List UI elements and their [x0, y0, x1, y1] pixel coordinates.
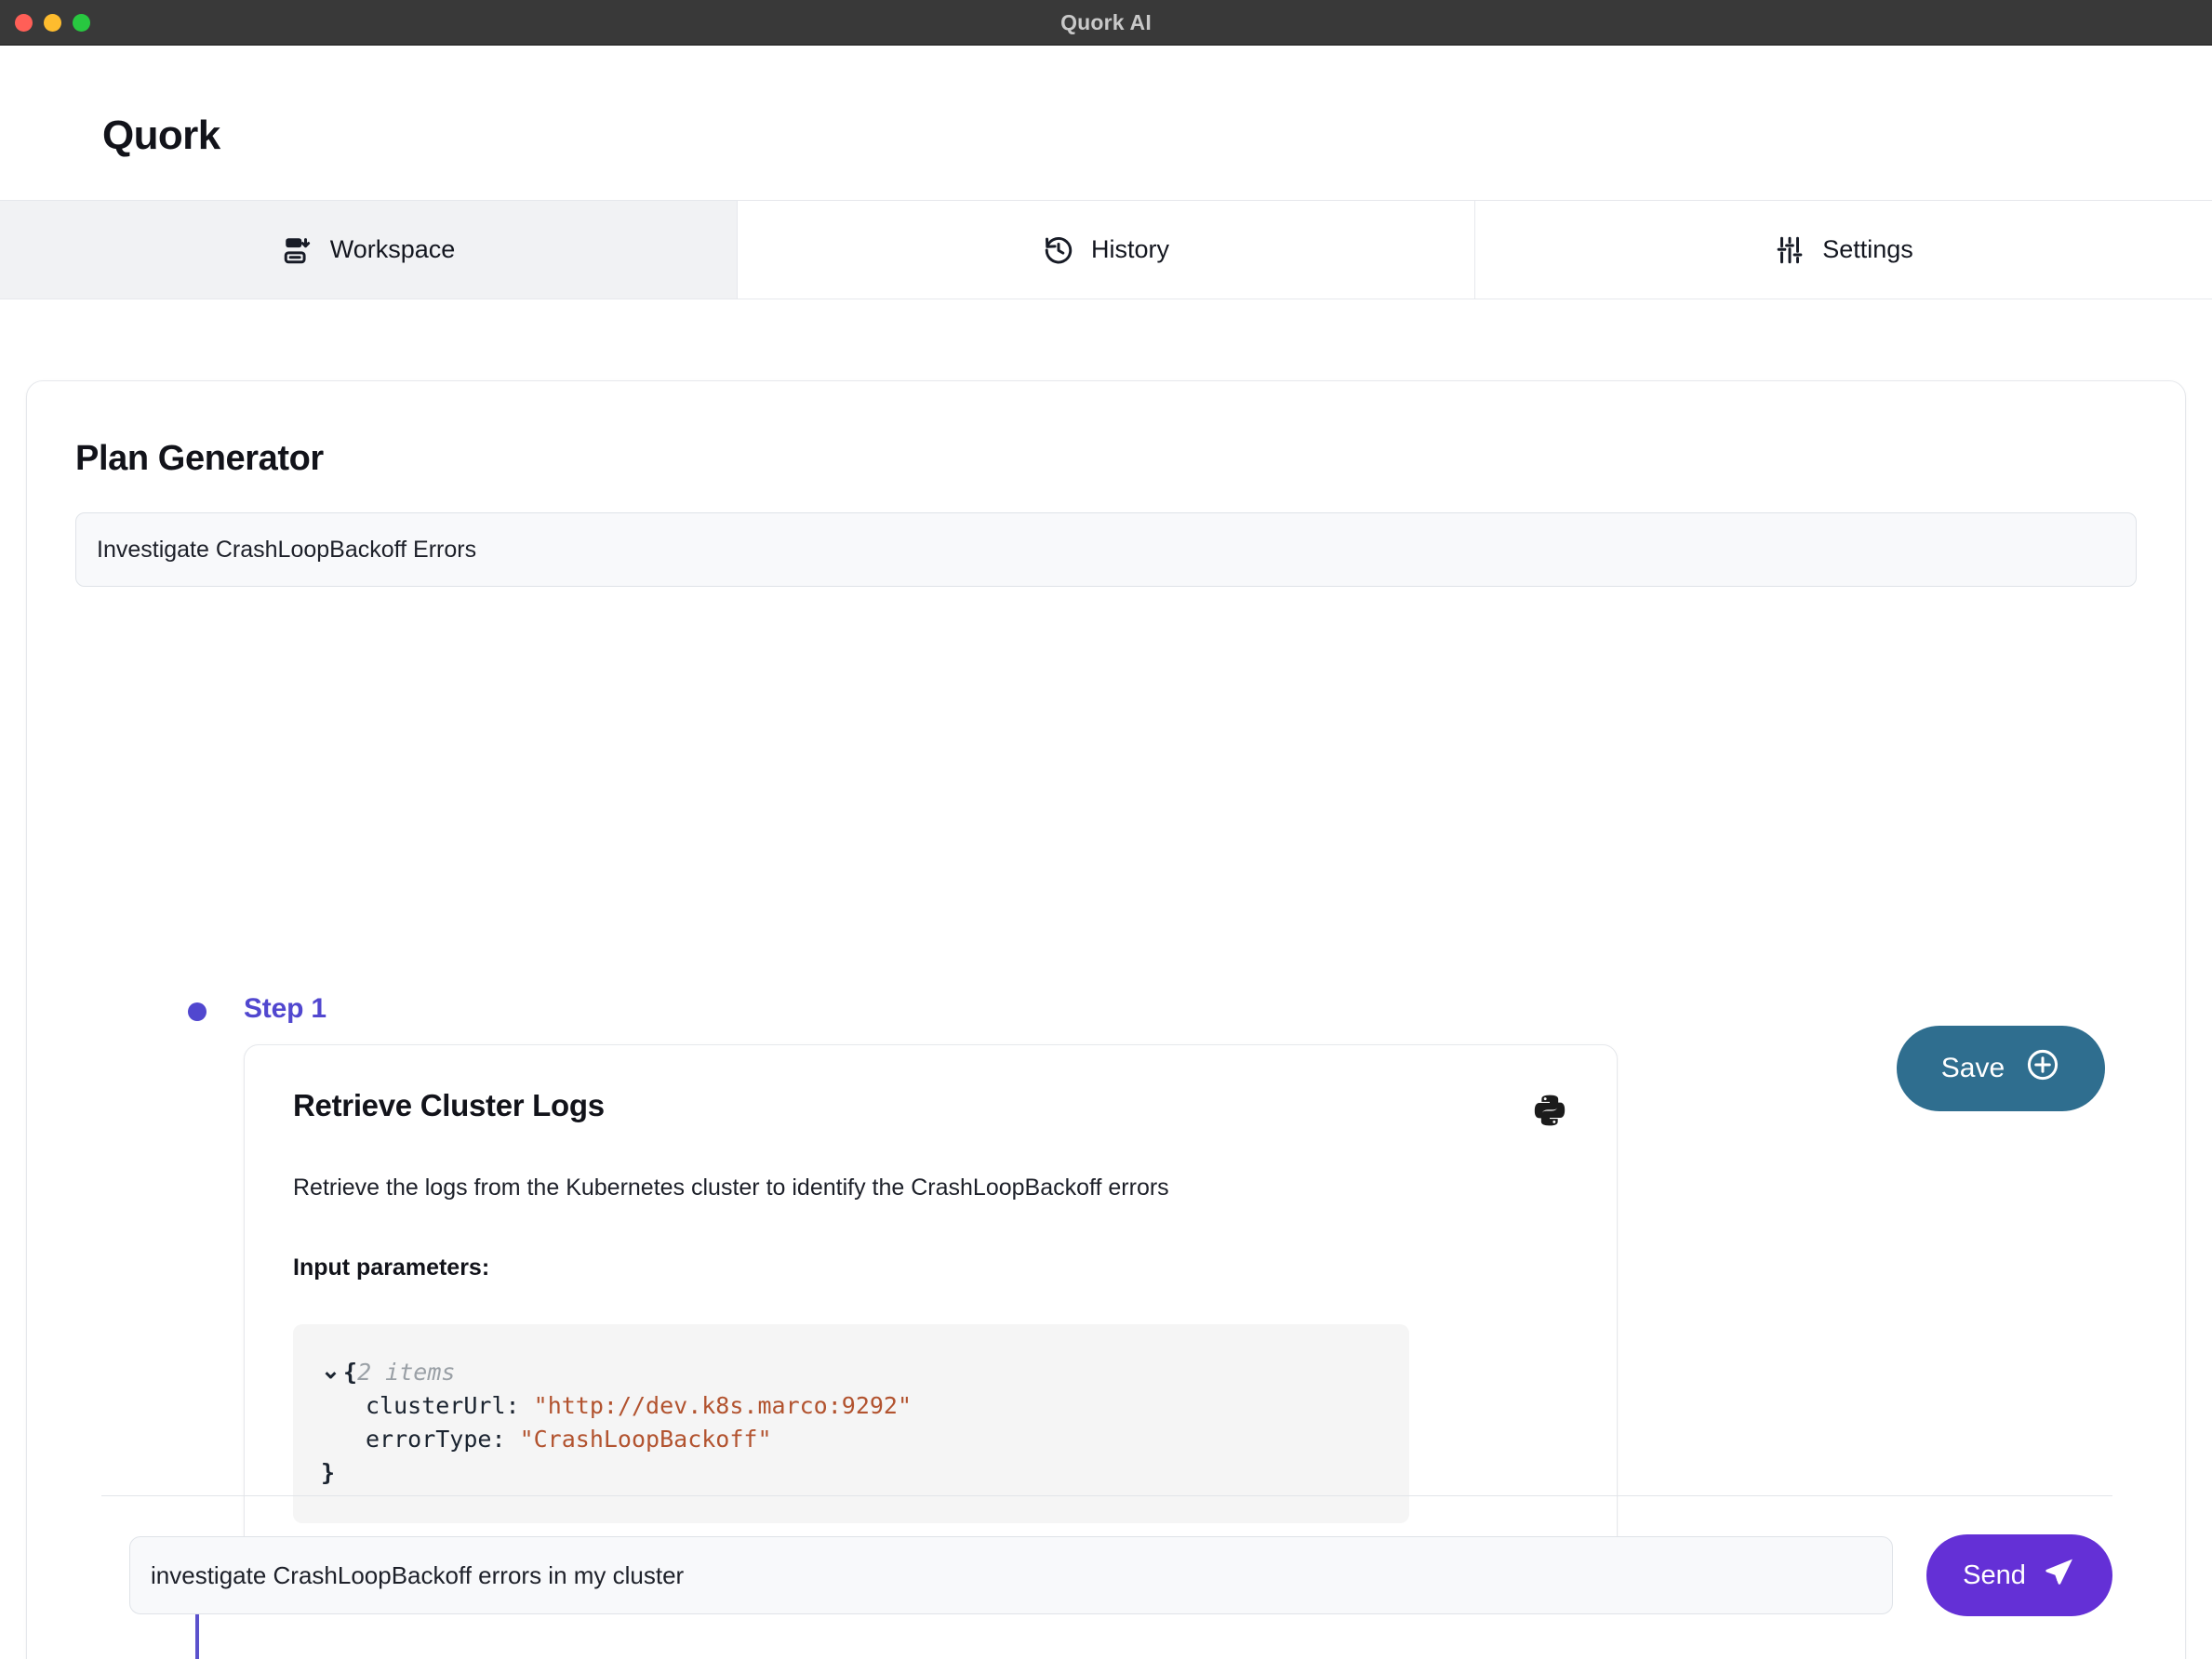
prompt-input[interactable] [129, 1536, 1893, 1614]
json-open-brace: { [343, 1358, 358, 1386]
json-entry-row: errorType: "CrashLoopBackoff" [321, 1423, 1381, 1456]
plan-name-input[interactable]: Investigate CrashLoopBackoff Errors [75, 512, 2137, 587]
window-titlebar: Quork AI [0, 0, 2212, 46]
send-button[interactable]: Send [1926, 1534, 2112, 1616]
json-close-brace: } [321, 1458, 336, 1486]
sliders-icon [1774, 234, 1806, 266]
window-title: Quork AI [1060, 9, 1152, 34]
step-1-title: Retrieve Cluster Logs [293, 1088, 605, 1122]
chevron-down-icon[interactable]: ⌄ [321, 1354, 343, 1387]
main-tabbar: Workspace History Settings [0, 200, 2212, 299]
json-value-clusterUrl: "http://dev.k8s.marco:9292" [533, 1391, 913, 1419]
json-close-row: } [321, 1456, 1381, 1490]
paper-plane-icon [2043, 1555, 2076, 1596]
app-body: Quork Workspace History Settings Plan Ge… [0, 46, 2212, 1659]
python-icon[interactable] [1531, 1092, 1568, 1134]
send-button-label: Send [1963, 1559, 2026, 1590]
plan-generator-panel: Plan Generator Investigate CrashLoopBack… [26, 380, 2186, 1659]
step-1-params-label: Input parameters: [293, 1254, 490, 1281]
tab-history-label: History [1090, 235, 1169, 263]
json-key-errorType: errorType: [366, 1425, 506, 1453]
bottom-divider [101, 1495, 2112, 1496]
plan-name-value: Investigate CrashLoopBackoff Errors [97, 536, 477, 563]
step-1-label: Step 1 [244, 993, 326, 1024]
step-1-description: Retrieve the logs from the Kubernetes cl… [293, 1175, 1169, 1201]
json-entry-row: clusterUrl: "http://dev.k8s.marco:9292" [321, 1389, 1381, 1423]
tab-settings[interactable]: Settings [1475, 201, 2212, 299]
tab-workspace-label: Workspace [329, 235, 456, 263]
json-items-count: 2 items [357, 1358, 456, 1386]
tab-history[interactable]: History [738, 201, 1475, 299]
prompt-bar: Send [27, 1534, 2185, 1616]
page-title: Plan Generator [75, 439, 324, 478]
json-key-clusterUrl: clusterUrl: [366, 1391, 520, 1419]
json-value-errorType: "CrashLoopBackoff" [519, 1425, 772, 1453]
tab-workspace[interactable]: Workspace [0, 201, 738, 299]
step-1-params-json: ⌄{2 items clusterUrl: "http://dev.k8s.ma… [293, 1323, 1409, 1523]
tab-settings-label: Settings [1822, 235, 1913, 263]
app-brand-title: Quork [102, 113, 220, 158]
workspace-stack-icon [282, 234, 313, 266]
history-clock-icon [1043, 234, 1074, 266]
step-1-timeline-dot [188, 1002, 207, 1021]
json-root-row[interactable]: ⌄{2 items [321, 1356, 1381, 1389]
step-1-card-header: Retrieve Cluster Logs [293, 1088, 1568, 1134]
